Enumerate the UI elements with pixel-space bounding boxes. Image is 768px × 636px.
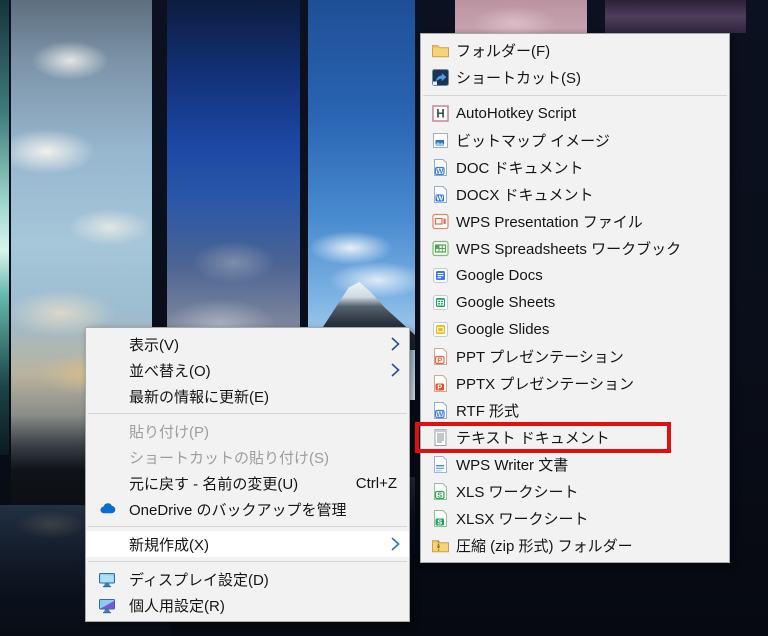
folder-icon <box>432 45 449 58</box>
submenu-item-folder[interactable]: フォルダー(F) <box>421 37 729 64</box>
doc-icon: W <box>434 159 447 176</box>
menu-item-paste-shortcut: ショートカットの貼り付け(S) <box>129 449 329 467</box>
svg-text:W: W <box>436 193 444 202</box>
google-slides-icon <box>433 322 448 337</box>
display-settings-icon <box>99 572 115 587</box>
personalization-icon <box>99 598 115 613</box>
bitmap-image-icon <box>433 133 448 148</box>
rtf-icon: W <box>434 402 447 419</box>
submenu-item-zip-folder[interactable]: 圧縮 (zip 形式) フォルダー <box>421 532 729 559</box>
keyboard-shortcut: Ctrl+Z <box>355 474 397 492</box>
zip-folder-icon <box>432 540 449 553</box>
chevron-right-icon <box>387 363 409 377</box>
chevron-right-icon <box>387 537 409 551</box>
submenu-item-xlsx-worksheet[interactable]: S XLSX ワークシート <box>421 505 729 532</box>
submenu-item-docx-document[interactable]: W DOCX ドキュメント <box>421 181 729 208</box>
svg-text:P: P <box>437 355 442 364</box>
menu-item-onedrive-backup[interactable]: OneDrive のバックアップを管理 <box>86 496 409 522</box>
submenu-item-shortcut[interactable]: ショートカット(S) <box>421 64 729 91</box>
menu-separator <box>88 413 407 414</box>
svg-text:W: W <box>436 166 444 175</box>
wallpaper-strip-purple-sky <box>605 0 746 33</box>
menu-item-display-settings[interactable]: ディスプレイ設定(D) <box>86 566 409 592</box>
svg-text:H: H <box>436 109 444 121</box>
submenu-item-text-document[interactable]: テキスト ドキュメント <box>415 422 729 453</box>
submenu-item-xls-worksheet[interactable]: S XLS ワークシート <box>421 478 729 505</box>
menu-item-view[interactable]: 表示(V) <box>86 331 409 357</box>
pptx-icon: P <box>434 375 447 392</box>
shortcut-icon <box>432 69 449 86</box>
submenu-item-doc-document[interactable]: W DOC ドキュメント <box>421 154 729 181</box>
submenu-item-rtf-document[interactable]: W RTF 形式 <box>421 397 729 424</box>
menu-item-new[interactable]: 新規作成(X) <box>86 531 409 557</box>
desktop-context-menu: 表示(V) 並べ替え(O) 最新の情報に更新(E) 貼り付け(P) ショートカッ… <box>85 327 410 622</box>
wps-spreadsheets-icon <box>432 240 449 257</box>
submenu-item-google-docs[interactable]: Google Docs <box>421 262 729 289</box>
xls-icon: S <box>434 483 447 500</box>
menu-item-undo-rename[interactable]: 元に戻す - 名前の変更(U) Ctrl+Z <box>86 470 409 496</box>
menu-item-refresh[interactable]: 最新の情報に更新(E) <box>86 383 409 409</box>
svg-text:S: S <box>437 490 442 499</box>
wps-writer-icon <box>434 456 447 473</box>
xlsx-icon: S <box>434 510 447 527</box>
svg-text:P: P <box>437 382 442 391</box>
menu-separator <box>423 95 727 96</box>
google-docs-icon <box>433 268 448 283</box>
wps-presentation-icon <box>432 213 449 230</box>
menu-separator <box>88 561 407 562</box>
autohotkey-icon: H <box>432 105 449 122</box>
menu-item-sort-by[interactable]: 並べ替え(O) <box>86 357 409 383</box>
submenu-item-wps-presentation[interactable]: WPS Presentation ファイル <box>421 208 729 235</box>
submenu-item-google-sheets[interactable]: Google Sheets <box>421 289 729 316</box>
submenu-item-pptx-presentation[interactable]: P PPTX プレゼンテーション <box>421 370 729 397</box>
submenu-item-google-slides[interactable]: Google Slides <box>421 316 729 343</box>
google-sheets-icon <box>433 295 448 310</box>
onedrive-cloud-icon <box>100 502 116 513</box>
menu-item-personalize[interactable]: 個人用設定(R) <box>86 592 409 618</box>
menu-item-paste: 貼り付け(P) <box>129 423 209 441</box>
submenu-item-wps-writer-document[interactable]: WPS Writer 文書 <box>421 451 729 478</box>
docx-icon: W <box>434 186 447 203</box>
submenu-item-wps-spreadsheets[interactable]: WPS Spreadsheets ワークブック <box>421 235 729 262</box>
chevron-right-icon <box>387 337 409 351</box>
menu-separator <box>88 526 407 527</box>
ppt-icon: P <box>434 348 447 365</box>
wallpaper-strip-teal <box>0 0 9 455</box>
svg-text:W: W <box>436 409 444 418</box>
text-document-icon <box>434 429 447 446</box>
new-item-submenu: フォルダー(F) ショートカット(S) H AutoHotkey Script <box>415 33 730 563</box>
submenu-item-autohotkey-script[interactable]: H AutoHotkey Script <box>421 100 729 127</box>
submenu-item-ppt-presentation[interactable]: P PPT プレゼンテーション <box>421 343 729 370</box>
svg-text:S: S <box>437 517 442 526</box>
submenu-item-bitmap-image[interactable]: ビットマップ イメージ <box>421 127 729 154</box>
